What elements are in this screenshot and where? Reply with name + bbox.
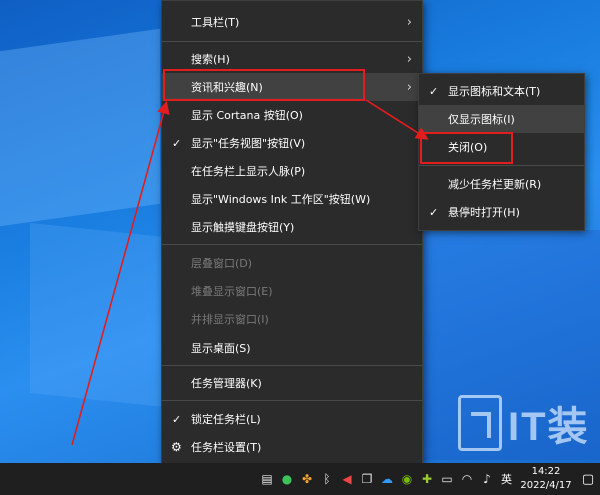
clock-time: 14:22 xyxy=(531,466,561,477)
menu-item-label: 搜索(H) xyxy=(191,53,230,66)
watermark-icon xyxy=(458,395,502,451)
menu-item-stack: 堆叠显示窗口(E) xyxy=(162,277,422,305)
clock-date: 2022/4/17 xyxy=(520,480,572,491)
speaker-icon[interactable]: ◀ xyxy=(338,470,356,488)
menu-item-people[interactable]: 在任务栏上显示人脉(P) xyxy=(162,157,422,185)
menu-separator xyxy=(162,41,422,42)
menu-item-taskbar-settings[interactable]: ⚙ 任务栏设置(T) xyxy=(162,433,422,461)
annotation-box-news-interests xyxy=(163,69,365,101)
wallpaper-pane xyxy=(30,222,165,408)
annotation-box-turn-off xyxy=(420,132,513,164)
checkmark-icon: ✓ xyxy=(429,205,439,219)
plugin-icon[interactable]: ✚ xyxy=(418,470,436,488)
news-icon[interactable]: ▤ xyxy=(258,470,276,488)
menu-item-label: 任务管理器(K) xyxy=(191,377,262,390)
menu-item-label: 减少任务栏更新(R) xyxy=(448,178,542,191)
checkmark-icon: ✓ xyxy=(172,412,182,426)
menu-item-windows-ink[interactable]: 显示"Windows Ink 工作区"按钮(W) xyxy=(162,185,422,213)
chevron-right-icon: › xyxy=(406,79,412,95)
menu-item-label: 并排显示窗口(I) xyxy=(191,313,269,326)
menu-item-label: 任务栏设置(T) xyxy=(191,441,262,454)
chevron-right-icon: › xyxy=(406,51,412,67)
bluetooth-icon[interactable]: ᛒ xyxy=(318,470,336,488)
submenu-item-open-on-hover[interactable]: ✓ 悬停时打开(H) xyxy=(419,198,584,226)
menu-item-side-by-side: 并排显示窗口(I) xyxy=(162,305,422,333)
battery-icon[interactable]: ▭ xyxy=(438,470,456,488)
menu-item-cascade: 层叠窗口(D) xyxy=(162,249,422,277)
menu-item-label: 显示桌面(S) xyxy=(191,342,251,355)
menu-item-label: 在任务栏上显示人脉(P) xyxy=(191,165,306,178)
watermark-text: IT装 xyxy=(508,405,590,449)
ime-indicator[interactable]: 英 xyxy=(501,471,512,487)
wechat-icon[interactable]: ● xyxy=(278,470,296,488)
cloud-icon[interactable]: ☁ xyxy=(378,470,396,488)
menu-item-label: 显示 Cortana 按钮(O) xyxy=(191,109,303,122)
menu-item-lock-taskbar[interactable]: ✓ 锁定任务栏(L) xyxy=(162,405,422,433)
menu-item-label: 显示"Windows Ink 工作区"按钮(W) xyxy=(191,193,371,206)
menu-item-toolbars[interactable]: 工具栏(T) › xyxy=(162,8,422,36)
multicolor-icon[interactable]: ✤ xyxy=(298,470,316,488)
taskbar[interactable]: ▤ ● ✤ ᛒ ◀ ❐ ☁ ◉ ✚ ▭ ◠ ♪ 英 14:22 2022/4/1… xyxy=(0,463,600,495)
menu-item-show-desktop[interactable]: 显示桌面(S) xyxy=(162,334,422,362)
checkmark-icon: ✓ xyxy=(429,84,439,98)
submenu-item-reduce-updates[interactable]: 减少任务栏更新(R) xyxy=(419,170,584,198)
menu-item-task-manager[interactable]: 任务管理器(K) xyxy=(162,369,422,397)
system-tray: ▤ ● ✤ ᛒ ◀ ❐ ☁ ◉ ✚ ▭ ◠ ♪ 英 14:22 2022/4/1… xyxy=(257,463,600,495)
menu-item-label: 显示图标和文本(T) xyxy=(448,85,541,98)
menu-separator xyxy=(419,165,584,166)
checkmark-icon: ✓ xyxy=(172,136,182,150)
menu-separator xyxy=(162,365,422,366)
menu-item-label: 工具栏(T) xyxy=(191,16,240,29)
volume-icon[interactable]: ♪ xyxy=(478,470,496,488)
menu-item-label: 悬停时打开(H) xyxy=(448,206,520,219)
wifi-icon[interactable]: ◠ xyxy=(458,470,476,488)
menu-item-label: 锁定任务栏(L) xyxy=(191,413,261,426)
menu-item-label: 层叠窗口(D) xyxy=(191,257,253,270)
notification-center-icon[interactable]: ▢ xyxy=(576,463,600,495)
menu-item-touch-keyboard[interactable]: 显示触摸键盘按钮(Y) xyxy=(162,213,422,241)
wallpaper-pane xyxy=(0,28,160,227)
menu-item-label: 堆叠显示窗口(E) xyxy=(191,285,273,298)
menu-item-cortana[interactable]: 显示 Cortana 按钮(O) xyxy=(162,101,422,129)
watermark-logo: IT装 xyxy=(458,392,590,454)
nvidia-icon[interactable]: ◉ xyxy=(398,470,416,488)
menu-item-label: 显示"任务视图"按钮(V) xyxy=(191,137,306,150)
menu-separator xyxy=(162,400,422,401)
clock[interactable]: 14:22 2022/4/17 xyxy=(516,465,576,493)
menu-item-label: 显示触摸键盘按钮(Y) xyxy=(191,221,295,234)
submenu-item-icon-only[interactable]: 仅显示图标(I) xyxy=(419,105,584,133)
submenu-item-icon-and-text[interactable]: ✓ 显示图标和文本(T) xyxy=(419,77,584,105)
chevron-right-icon: › xyxy=(406,14,412,30)
copy-icon[interactable]: ❐ xyxy=(358,470,376,488)
menu-item-label: 仅显示图标(I) xyxy=(448,113,515,126)
gear-icon: ⚙ xyxy=(171,440,182,454)
menu-item-task-view[interactable]: ✓ 显示"任务视图"按钮(V) xyxy=(162,129,422,157)
menu-separator xyxy=(162,244,422,245)
